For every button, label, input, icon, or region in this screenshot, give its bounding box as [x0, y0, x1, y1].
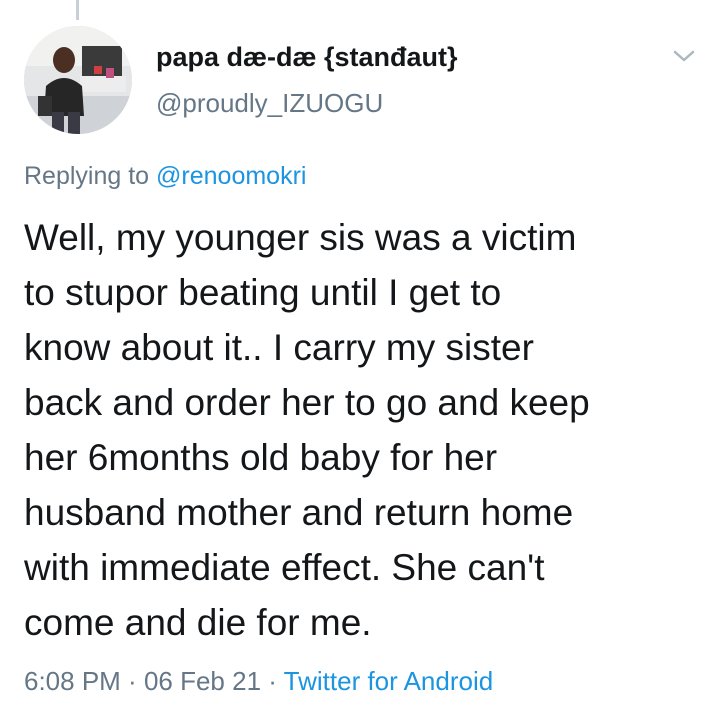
meta-separator: · — [261, 666, 284, 696]
author-handle[interactable]: @proudly_IZUOGU — [156, 88, 383, 119]
tweet-text-line: her 6months old baby for her — [24, 437, 498, 478]
meta-separator: · — [120, 666, 144, 696]
tweet-source-link[interactable]: Twitter for Android — [284, 666, 494, 696]
tweet-text-line: know about it.. I carry my sister — [24, 327, 534, 368]
tweet-time[interactable]: 6:08 PM — [24, 666, 121, 696]
tweet-text-line: with immediate effect. She can't — [24, 547, 545, 588]
replying-to: Replying to @renoomokri — [24, 162, 306, 191]
tweet-meta: 6:08 PM · 06 Feb 21 · Twitter for Androi… — [24, 666, 493, 697]
replying-to-label: Replying to — [24, 162, 157, 190]
tweet-text-line: husband mother and return home — [24, 492, 574, 533]
author-name[interactable]: papa dæ-dæ {stanđaut} — [156, 42, 458, 73]
tweet-text: Well, my younger sis was a victim to stu… — [24, 210, 704, 650]
tweet-text-line: come and die for me. — [24, 602, 372, 643]
tweet-text-line: to stupor beating until I get to — [24, 272, 502, 313]
chevron-down-icon[interactable] — [670, 44, 698, 68]
avatar[interactable] — [24, 26, 132, 134]
tweet-text-line: back and order her to go and keep — [24, 382, 590, 423]
avatar-photo — [24, 26, 132, 134]
tweet-text-line: Well, my younger sis was a victim — [24, 217, 577, 258]
tweet-date[interactable]: 06 Feb 21 — [144, 666, 261, 696]
reply-mention-link[interactable]: @renoomokri — [156, 162, 306, 190]
thread-connector-line — [76, 0, 79, 20]
tweet-card: papa dæ-dæ {stanđaut} @proudly_IZUOGU Re… — [0, 0, 720, 706]
